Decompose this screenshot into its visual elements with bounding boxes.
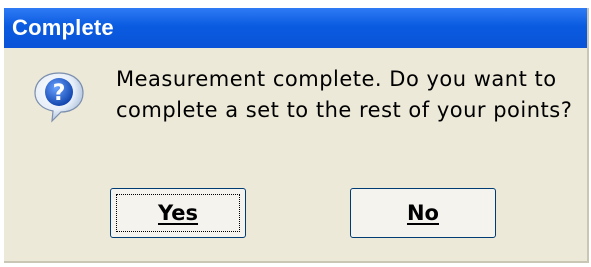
message-dialog: Complete ? Measurement complete. Do you …	[4, 8, 589, 263]
yes-button[interactable]: Yes	[110, 188, 246, 238]
focus-rectangle	[116, 194, 240, 232]
no-button[interactable]: No	[350, 188, 496, 238]
title-bar[interactable]: Complete	[4, 8, 587, 48]
window-title: Complete	[12, 15, 114, 40]
message-line-2: complete a set to the rest of your point…	[116, 98, 573, 122]
no-button-label: No	[406, 201, 439, 225]
message-line-1: Measurement complete. Do you want to	[116, 67, 557, 91]
question-balloon-icon: ?	[32, 69, 86, 123]
svg-text:?: ?	[53, 81, 66, 106]
dialog-message: Measurement complete. Do you want to com…	[116, 64, 576, 126]
